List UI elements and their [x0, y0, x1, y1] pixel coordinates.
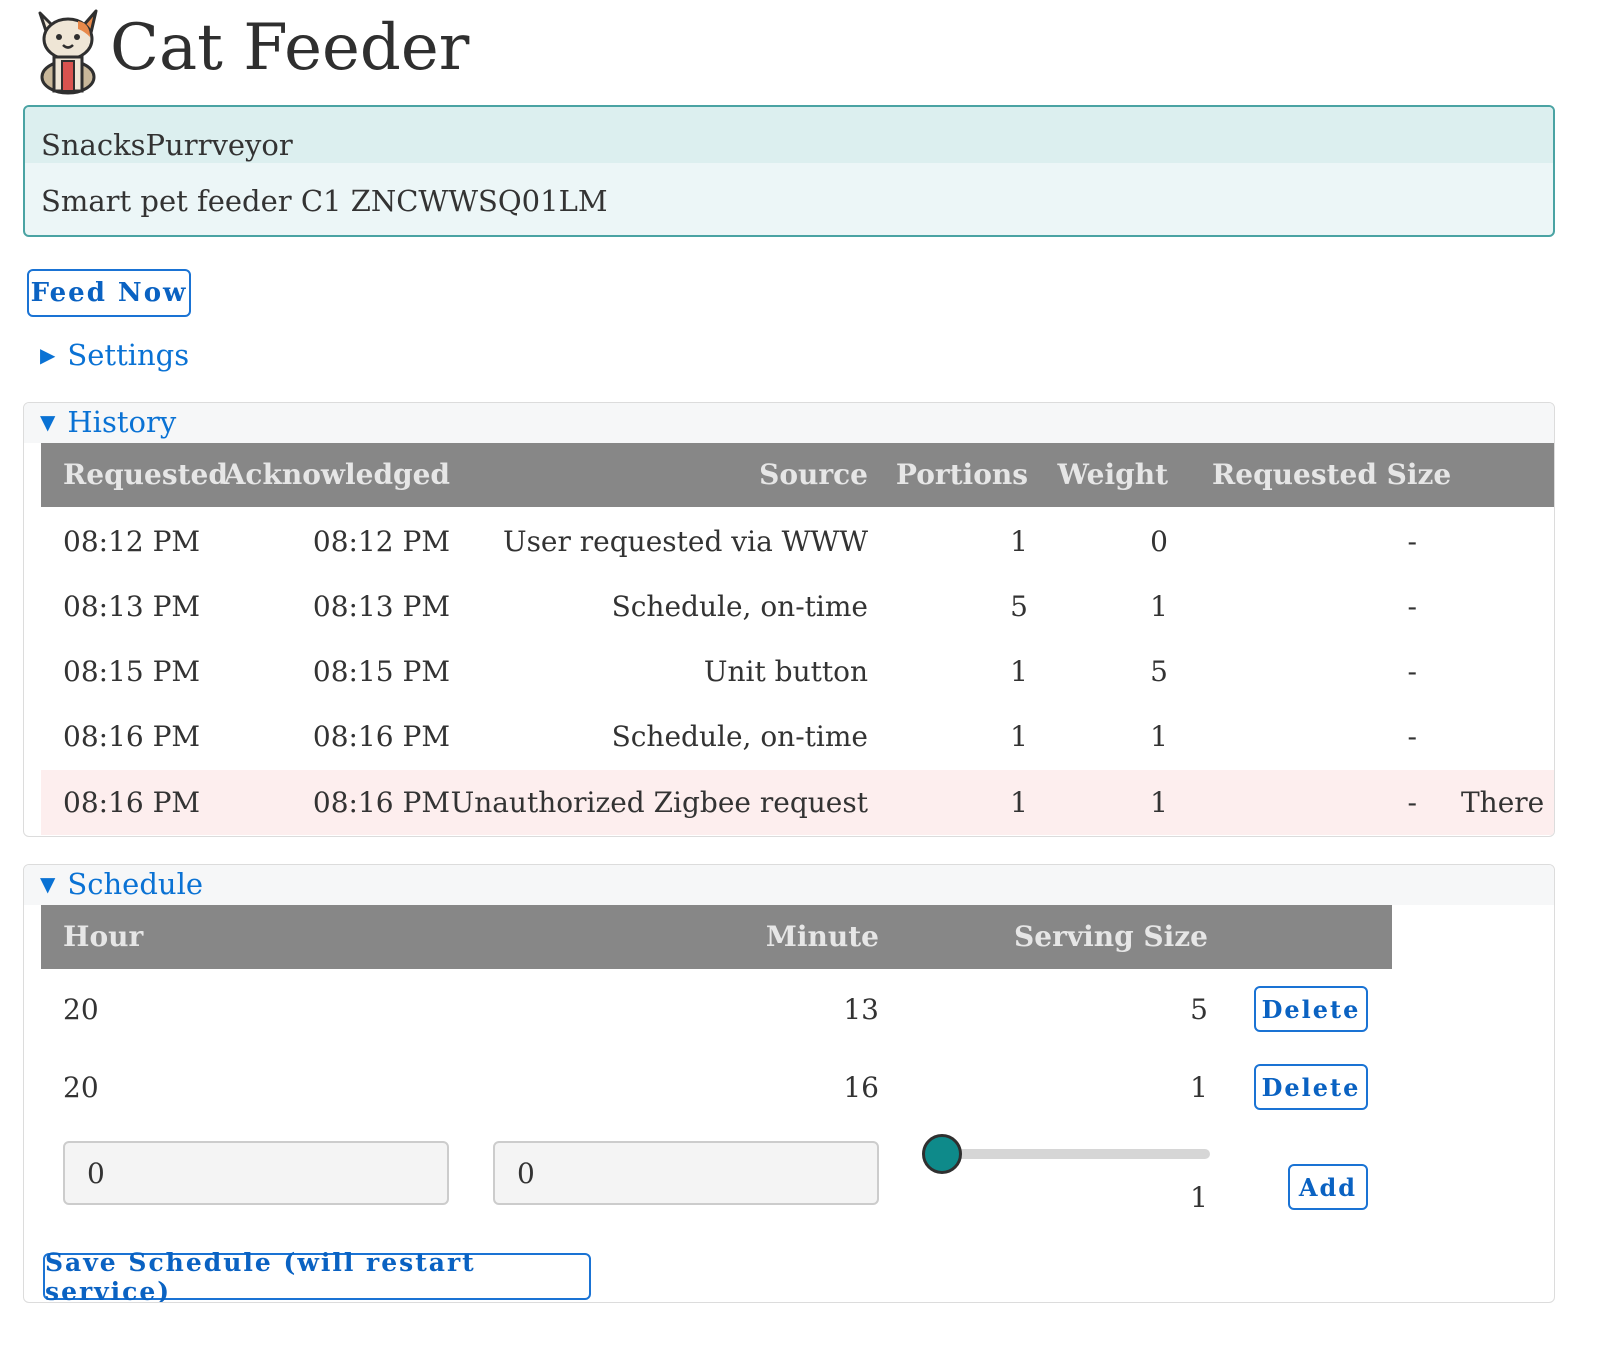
slider-track [932, 1149, 1210, 1159]
cell-source: Schedule, on-time [611, 590, 868, 623]
cell-requested: 08:12 PM [63, 525, 201, 558]
table-row: 08:12 PM 08:12 PM User requested via WWW… [41, 509, 1554, 574]
schedule-table-header: Hour Minute Serving Size [41, 905, 1392, 969]
column-header-weight: Weight [1057, 458, 1168, 491]
cell-portions: 5 [1010, 590, 1028, 623]
cell-minute: 16 [843, 1071, 879, 1104]
cell-source: Unauthorized Zigbee request [450, 786, 868, 819]
cell-weight: 1 [1150, 720, 1168, 753]
column-header-requested: Requested [63, 458, 228, 491]
cell-serving-size: 5 [1190, 993, 1208, 1026]
cell-minute: 13 [843, 993, 879, 1026]
history-toggle[interactable]: ▼ History [40, 405, 176, 439]
schedule-section: ▼ Schedule Hour Minute Serving Size 20 1… [23, 864, 1555, 1303]
delete-schedule-button[interactable]: Delete [1254, 1064, 1368, 1110]
serving-size-value: 1 [1190, 1181, 1208, 1214]
cell-weight: 0 [1150, 525, 1168, 558]
schedule-toggle[interactable]: ▼ Schedule [40, 867, 203, 901]
add-schedule-button[interactable]: Add [1288, 1164, 1368, 1210]
table-row: 08:13 PM 08:13 PM Schedule, on-time 5 1 … [41, 574, 1554, 639]
cell-requested: 08:16 PM [63, 786, 201, 819]
schedule-header: ▼ Schedule [24, 865, 1554, 905]
cell-acknowledged: 08:13 PM [312, 590, 450, 623]
settings-toggle[interactable]: ▶ Settings [40, 338, 189, 372]
table-row: 08:15 PM 08:15 PM Unit button 1 5 - [41, 639, 1554, 704]
cell-requested: 08:16 PM [63, 720, 201, 753]
serving-size-slider[interactable] [922, 1131, 1210, 1177]
delete-schedule-button[interactable]: Delete [1254, 986, 1368, 1032]
column-header-minute: Minute [765, 920, 879, 953]
history-table-header: Requested Acknowledged Source Portions W… [41, 443, 1554, 507]
cell-source: Unit button [703, 655, 868, 688]
cell-note: There r [1461, 786, 1554, 819]
schedule-row: 20 16 1 Delete [41, 1049, 1392, 1127]
column-header-requested-size: Requested Size [1212, 458, 1452, 491]
cell-requested-size: - [1407, 720, 1417, 753]
cell-acknowledged: 08:15 PM [312, 655, 450, 688]
column-header-source: Source [759, 458, 868, 491]
column-header-hour: Hour [63, 920, 144, 953]
triangle-down-icon: ▼ [40, 410, 56, 434]
schedule-row: 20 13 5 Delete [41, 971, 1392, 1049]
cell-requested: 08:13 PM [63, 590, 201, 623]
cell-weight: 5 [1150, 655, 1168, 688]
cell-requested-size: - [1407, 786, 1417, 819]
cell-serving-size: 1 [1190, 1071, 1208, 1104]
save-schedule-button[interactable]: Save Schedule (will restart service) [43, 1248, 591, 1302]
cell-weight: 1 [1150, 786, 1168, 819]
cell-acknowledged: 08:12 PM [312, 525, 450, 558]
cell-source: User requested via WWW [502, 525, 868, 558]
slider-thumb[interactable] [922, 1134, 962, 1174]
device-info-panel: SnacksPurrveyor Smart pet feeder C1 ZNCW… [23, 105, 1555, 237]
cell-hour: 20 [63, 1071, 99, 1104]
cell-hour: 20 [63, 993, 99, 1026]
cell-acknowledged: 08:16 PM [312, 720, 450, 753]
history-label: History [67, 405, 177, 439]
table-row-alert: 08:16 PM 08:16 PM Unauthorized Zigbee re… [41, 770, 1554, 835]
hour-input[interactable] [63, 1141, 449, 1205]
column-header-serving-size: Serving Size [1014, 920, 1208, 953]
device-model: Smart pet feeder C1 ZNCWWSQ01LM [41, 184, 608, 218]
minute-input[interactable] [493, 1141, 879, 1205]
history-section: ▼ History Requested Acknowledged Source … [23, 402, 1555, 837]
history-header: ▼ History [24, 403, 1554, 443]
cell-requested: 08:15 PM [63, 655, 201, 688]
cell-portions: 1 [1010, 655, 1028, 688]
cell-acknowledged: 08:16 PM [312, 786, 450, 819]
app-header: Cat Feeder [34, 4, 469, 96]
column-header-portions: Portions [895, 458, 1028, 491]
triangle-down-icon: ▼ [40, 872, 56, 896]
triangle-right-icon: ▶ [40, 343, 56, 367]
schedule-label: Schedule [67, 867, 204, 901]
table-row: 08:16 PM 08:16 PM Schedule, on-time 1 1 … [41, 704, 1554, 769]
column-header-acknowledged: Acknowledged [223, 458, 450, 491]
settings-label: Settings [67, 338, 190, 372]
feed-now-button[interactable]: Feed Now [27, 269, 191, 317]
cell-source: Schedule, on-time [611, 720, 868, 753]
device-name: SnacksPurrveyor [25, 107, 1553, 163]
cell-portions: 1 [1010, 525, 1028, 558]
cell-requested-size: - [1407, 590, 1417, 623]
cell-portions: 1 [1010, 720, 1028, 753]
cat-icon [38, 9, 98, 95]
cell-weight: 1 [1150, 590, 1168, 623]
cell-requested-size: - [1407, 655, 1417, 688]
cell-requested-size: - [1407, 525, 1417, 558]
cell-portions: 1 [1010, 786, 1028, 819]
app-title: Cat Feeder [110, 11, 470, 85]
